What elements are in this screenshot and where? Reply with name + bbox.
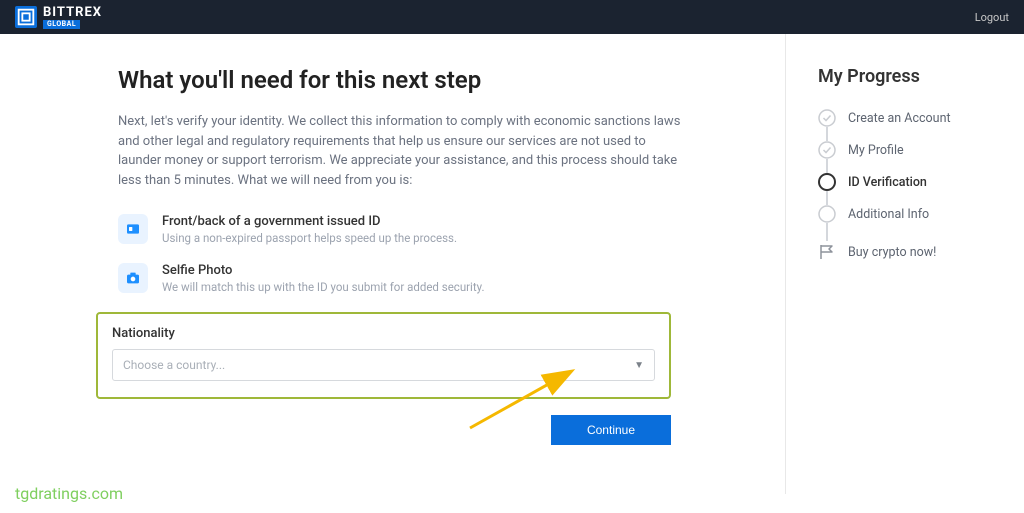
requirement-selfie: Selfie Photo We will match this up with … <box>118 263 785 294</box>
page-title: What you'll need for this next step <box>118 66 785 94</box>
req-selfie-desc: We will match this up with the ID you su… <box>162 280 485 294</box>
circle-icon <box>818 173 836 191</box>
intro-text: Next, let's verify your identity. We col… <box>118 112 688 190</box>
nationality-label: Nationality <box>112 326 655 341</box>
chevron-down-icon: ▼ <box>634 360 644 371</box>
check-icon <box>818 109 836 127</box>
watermark: tgdratings.com <box>15 484 123 503</box>
continue-button[interactable]: Continue <box>551 415 671 445</box>
progress-step-create-account: Create an Account <box>818 109 1005 127</box>
brand-logo[interactable]: BITTREX GLOBAL <box>15 6 102 29</box>
id-card-icon <box>118 214 148 244</box>
flag-icon <box>818 243 836 261</box>
main-content: What you'll need for this next step Next… <box>0 34 785 494</box>
logout-link[interactable]: Logout <box>975 11 1009 24</box>
nationality-select[interactable]: Choose a country... ▼ <box>112 349 655 381</box>
brand-name: BITTREX <box>43 6 102 19</box>
nationality-placeholder: Choose a country... <box>123 358 225 372</box>
progress-sidebar: My Progress Create an Account My Profile <box>785 34 1015 494</box>
progress-step-buy-crypto: Buy crypto now! <box>818 243 1005 261</box>
req-selfie-title: Selfie Photo <box>162 263 485 278</box>
app-header: BITTREX GLOBAL Logout <box>0 0 1024 34</box>
progress-step-additional-info: Additional Info <box>818 205 1005 223</box>
progress-step-id-verification: ID Verification <box>818 173 1005 191</box>
req-id-title: Front/back of a government issued ID <box>162 214 457 229</box>
circle-icon <box>818 205 836 223</box>
brand-sub: GLOBAL <box>43 20 80 29</box>
req-id-desc: Using a non-expired passport helps speed… <box>162 231 457 245</box>
camera-icon <box>118 263 148 293</box>
check-icon <box>818 141 836 159</box>
requirement-id: Front/back of a government issued ID Usi… <box>118 214 785 245</box>
sidebar-title: My Progress <box>818 66 1005 87</box>
logo-icon <box>15 6 37 28</box>
nationality-section: Nationality Choose a country... ▼ <box>96 312 671 399</box>
progress-step-my-profile: My Profile <box>818 141 1005 159</box>
